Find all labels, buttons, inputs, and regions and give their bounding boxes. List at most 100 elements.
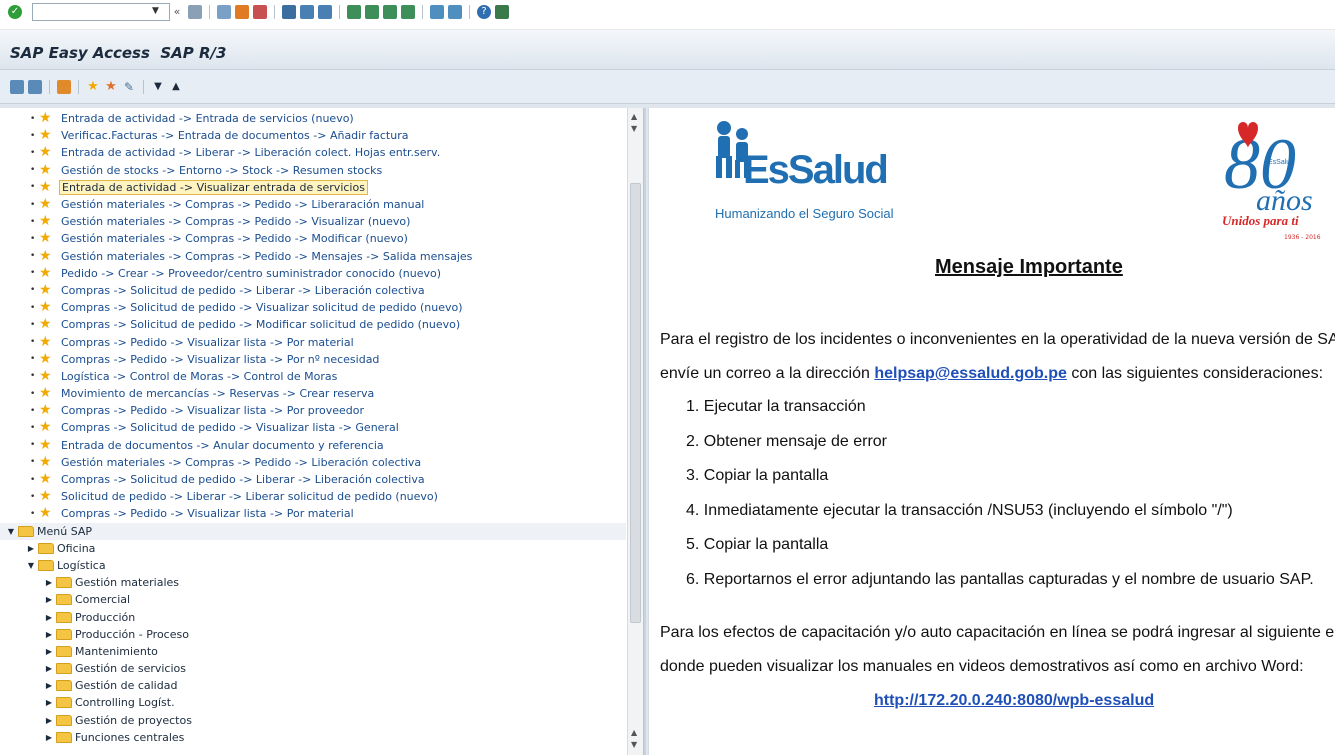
expand-arrow-icon[interactable]: ▼ (26, 561, 36, 570)
collapsed-arrow-icon[interactable]: ▶ (44, 630, 54, 639)
favorite-item[interactable]: • ★ Compras -> Solicitud de pedido -> Libe… (0, 471, 626, 488)
change-favorite-icon[interactable]: ✎ (122, 80, 136, 94)
tree-node-logistica-child[interactable]: ▶ Gestión de calidad (0, 677, 626, 694)
first-page-icon[interactable] (347, 5, 361, 19)
training-line1: Para los efectos de capacitación y/o aut… (660, 624, 1335, 641)
add-favorite-icon[interactable]: ★ (86, 80, 100, 94)
favorite-item[interactable]: • ★ Compras -> Solicitud de pedido -> Modi… (0, 316, 626, 333)
favorite-item[interactable]: • ★ Compras -> Pedido -> Visualizar lista … (0, 333, 626, 350)
favorite-item[interactable]: • ★ Solicitud de pedido -> Liberar -> Libe… (0, 488, 626, 505)
favorite-item[interactable]: • ★ Compras -> Pedido -> Visualizar lista … (0, 505, 626, 522)
favorite-item[interactable]: • ★ Compras -> Pedido -> Visualizar lista … (0, 351, 626, 368)
scroll-up-icon[interactable]: ▲ (631, 728, 637, 737)
back-icon[interactable] (217, 5, 231, 19)
favorite-item[interactable]: • ★ Movimiento de mercancías -> Reservas -… (0, 385, 626, 402)
tree-node-logistica-child[interactable]: ▶ Producción (0, 608, 626, 625)
favorite-star-icon: ★ (39, 144, 52, 161)
print-icon[interactable] (282, 5, 296, 19)
favorite-item[interactable]: • ★ Entrada de actividad -> Entrada de ser… (0, 110, 626, 127)
cancel-icon[interactable] (253, 5, 267, 19)
favorite-item[interactable]: • ★ Gestión materiales -> Compras -> Pedid… (0, 213, 626, 230)
expand-icon[interactable]: ▼ (151, 80, 165, 94)
logistica-children: ▶ Gestión materiales ▶ Comercial ▶ Producción… (0, 574, 626, 746)
favorite-item[interactable]: • ★ Verificac.Facturas -> Entrada de docum… (0, 127, 626, 144)
collapse-icon[interactable]: ▲ (169, 80, 183, 94)
customize-icon[interactable] (495, 5, 509, 19)
tree-node-logistica-child[interactable]: ▶ Gestión de servicios (0, 660, 626, 677)
favorite-item[interactable]: • ★ Gestión materiales -> Compras -> Pedid… (0, 454, 626, 471)
collapsed-arrow-icon[interactable]: ▶ (26, 544, 36, 553)
last-page-icon[interactable] (401, 5, 415, 19)
save-icon[interactable] (188, 5, 202, 19)
sap-menu-icon[interactable] (28, 80, 42, 94)
tree-node-logistica-child[interactable]: ▶ Producción - Proceso (0, 626, 626, 643)
collapsed-arrow-icon[interactable]: ▶ (44, 595, 54, 604)
enter-icon[interactable]: ✓ (8, 5, 22, 19)
favorite-item[interactable]: • ★ Gestión de stocks -> Entorno -> Stock … (0, 162, 626, 179)
scroll-down-icon[interactable]: ▼ (631, 124, 637, 133)
tree-vertical-scrollbar[interactable]: ▲ ▼ ▲ ▼ (627, 108, 643, 755)
command-field[interactable] (32, 3, 170, 21)
tree-node-logistica[interactable]: ▼ Logística (0, 557, 626, 574)
collapsed-arrow-icon[interactable]: ▶ (44, 647, 54, 656)
collapse-command-icon[interactable]: « (170, 5, 184, 19)
bullet-icon: • (30, 199, 36, 210)
collapsed-arrow-icon[interactable]: ▶ (44, 733, 54, 742)
training-url-link[interactable]: http://172.20.0.240:8080/wpb-essalud (874, 692, 1154, 710)
collapsed-arrow-icon[interactable]: ▶ (44, 613, 54, 622)
favorite-item[interactable]: • ★ Logística -> Control de Moras -> Contr… (0, 368, 626, 385)
other-menu-icon[interactable] (57, 80, 71, 94)
shortcut-icon[interactable] (448, 5, 462, 19)
next-page-icon[interactable] (383, 5, 397, 19)
step-item: 2. Obtener mensaje de error (686, 432, 887, 450)
email-link[interactable]: helpsap@essalud.gob.pe (874, 365, 1067, 382)
new-session-icon[interactable] (430, 5, 444, 19)
anniversary-caption: Unidos para ti (1222, 213, 1299, 228)
collapsed-arrow-icon[interactable]: ▶ (44, 716, 54, 725)
help-icon[interactable]: ? (477, 5, 491, 19)
collapsed-arrow-icon[interactable]: ▶ (44, 681, 54, 690)
anniversary-logo: 80 años EsSalud (1224, 122, 1313, 217)
find-icon[interactable] (300, 5, 314, 19)
favorite-item[interactable]: • ★ Gestión materiales -> Compras -> Pedid… (0, 248, 626, 265)
tree-node-oficina[interactable]: ▶ Oficina (0, 540, 626, 557)
collapsed-arrow-icon[interactable]: ▶ (44, 578, 54, 587)
favorite-item[interactable]: • ★ Compras -> Solicitud de pedido -> Libe… (0, 282, 626, 299)
favorite-item[interactable]: • ★ Entrada de actividad -> Liberar -> Lib… (0, 144, 626, 161)
favorite-item[interactable]: • ★ Gestión materiales -> Compras -> Pedid… (0, 230, 626, 247)
favorite-item[interactable]: • ★ Entrada de actividad -> Visualizar ent… (0, 179, 626, 196)
tree-node-logistica-child[interactable]: ▶ Gestión materiales (0, 574, 626, 591)
tree-node-logistica-child[interactable]: ▶ Controlling Logíst. (0, 694, 626, 711)
favorite-item[interactable]: • ★ Gestión materiales -> Compras -> Pedid… (0, 196, 626, 213)
favorite-item[interactable]: • ★ Compras -> Solicitud de pedido -> Visu… (0, 299, 626, 316)
scrollbar-thumb[interactable] (630, 183, 641, 623)
tree-node-sap-menu[interactable]: ▼ Menú SAP (0, 522, 626, 540)
bullet-icon: • (30, 233, 36, 244)
favorite-item[interactable]: • ★ Pedido -> Crear -> Proveedor/centro su… (0, 265, 626, 282)
favorite-item[interactable]: • ★ Compras -> Solicitud de pedido -> Visu… (0, 419, 626, 436)
user-menu-icon[interactable] (10, 80, 24, 94)
exit-icon[interactable] (235, 5, 249, 19)
expand-arrow-icon[interactable]: ▼ (6, 527, 16, 536)
collapsed-arrow-icon[interactable]: ▶ (44, 698, 54, 707)
favorite-label: Entrada de actividad -> Entrada de servi… (61, 112, 354, 126)
essalud-logo-name: EsSalud (743, 148, 889, 192)
folder-icon (56, 577, 72, 589)
step-item: 3. Copiar la pantalla (686, 467, 829, 484)
scroll-up-icon[interactable]: ▲ (631, 112, 637, 121)
collapsed-arrow-icon[interactable]: ▶ (44, 664, 54, 673)
find-next-icon[interactable] (318, 5, 332, 19)
favorite-label: Entrada de documentos -> Anular document… (61, 438, 384, 452)
tree-node-logistica-child[interactable]: ▶ Comercial (0, 591, 626, 608)
tree-node-logistica-child[interactable]: ▶ Funciones centrales (0, 729, 626, 746)
tree-node-label: Gestión de proyectos (75, 713, 192, 727)
panel-splitter[interactable] (644, 108, 646, 755)
favorite-item[interactable]: • ★ Entrada de documentos -> Anular docume… (0, 437, 626, 454)
tree-node-logistica-child[interactable]: ▶ Gestión de proyectos (0, 712, 626, 729)
command-history-dropdown-icon[interactable]: ▼ (152, 6, 159, 16)
scroll-down-icon[interactable]: ▼ (631, 740, 637, 749)
tree-node-logistica-child[interactable]: ▶ Mantenimiento (0, 643, 626, 660)
prev-page-icon[interactable] (365, 5, 379, 19)
delete-favorite-icon[interactable]: ★ (104, 80, 118, 94)
favorite-item[interactable]: • ★ Compras -> Pedido -> Visualizar lista … (0, 402, 626, 419)
